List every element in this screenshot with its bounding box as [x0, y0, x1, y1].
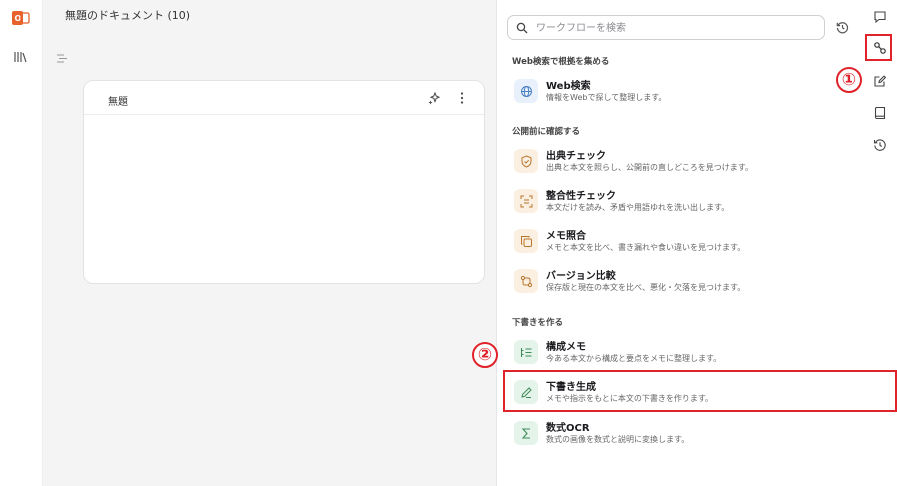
document-area: 無題のドキュメント (10) 無題: [43, 0, 496, 486]
left-rail: O: [0, 0, 43, 486]
item-title: 出典チェック: [546, 151, 606, 162]
history-icon[interactable]: [873, 138, 887, 152]
item-title: Web検索: [546, 81, 591, 92]
workflow-item-consistency-check[interactable]: 整合性チェック 本文だけを読み、矛盾や用語ゆれを洗い出します。: [507, 184, 855, 222]
item-description: 情報をWebで探して整理します。: [546, 93, 667, 102]
section-heading-review: 公開前に確認する: [512, 127, 581, 137]
item-title: バージョン比較: [546, 271, 616, 282]
workflow-item-source-check[interactable]: 出典チェック 出典と本文を照らし、公開前の直しどころを見つけます。: [507, 144, 855, 182]
workflow-item-web-search[interactable]: Web検索 情報をWebで探して整理します。: [507, 74, 855, 112]
item-title: 構成メモ: [546, 342, 586, 353]
item-title: メモ照合: [546, 231, 586, 242]
sigma-icon: [514, 421, 538, 445]
highlight-box-draft-generate: [503, 370, 897, 412]
compare-icon: [514, 269, 538, 293]
sparkle-icon[interactable]: [428, 92, 441, 105]
document-card[interactable]: 無題: [83, 80, 485, 284]
book-icon[interactable]: [873, 106, 887, 120]
globe-icon: [514, 79, 538, 103]
copy-icon: [514, 229, 538, 253]
item-description: 数式の画像を数式と説明に変換します。: [546, 435, 690, 444]
document-title: 無題のドキュメント (10): [65, 9, 191, 22]
card-header: 無題: [84, 81, 484, 115]
scan-icon: [514, 189, 538, 213]
item-title: 数式OCR: [546, 423, 590, 434]
item-description: 本文だけを読み、矛盾や用語ゆれを洗い出します。: [546, 203, 730, 212]
section-heading-web: Web検索で根拠を集める: [512, 57, 610, 67]
item-description: 今ある本文から構成と要点をメモに整理します。: [546, 354, 722, 363]
right-rail: [860, 0, 897, 486]
workflow-item-math-ocr[interactable]: 数式OCR 数式の画像を数式と説明に変換します。: [507, 416, 855, 454]
chat-icon[interactable]: [873, 10, 887, 24]
workflow-search[interactable]: [507, 15, 825, 40]
workflow-item-version-compare[interactable]: バージョン比較 保存版と現在の本文を比べ、悪化・欠落を見つけます。: [507, 264, 855, 302]
workflow-panel: Web検索で根拠を集める Web検索 情報をWebで探して整理します。 公開前に…: [496, 0, 860, 486]
search-input[interactable]: [534, 19, 814, 37]
step-badge-2: ②: [472, 342, 498, 368]
card-title: 無題: [108, 97, 128, 108]
step-badge-1: ①: [836, 67, 862, 93]
shield-check-icon: [514, 149, 538, 173]
item-description: 保存版と現在の本文を比べ、悪化・欠落を見つけます。: [546, 283, 746, 292]
workflow-item-memo-match[interactable]: メモ照合 メモと本文を比べ、書き漏れや食い違いを見つけます。: [507, 224, 855, 262]
more-options-icon[interactable]: [459, 91, 465, 105]
search-icon: [516, 22, 528, 34]
app-logo-icon[interactable]: O: [12, 10, 30, 26]
workflow-item-outline-memo[interactable]: 構成メモ 今ある本文から構成と要点をメモに整理します。: [507, 335, 855, 373]
item-description: 出典と本文を照らし、公開前の直しどころを見つけます。: [546, 163, 753, 172]
edit-note-icon[interactable]: [873, 74, 887, 88]
section-heading-draft: 下書きを作る: [512, 318, 564, 328]
list-icon: [514, 340, 538, 364]
library-icon[interactable]: [14, 51, 28, 63]
history-icon[interactable]: [836, 21, 849, 34]
outline-icon[interactable]: [57, 54, 67, 63]
item-title: 整合性チェック: [546, 191, 616, 202]
item-description: メモと本文を比べ、書き漏れや食い違いを見つけます。: [546, 243, 746, 252]
highlight-box-workflow-icon: [865, 34, 892, 61]
